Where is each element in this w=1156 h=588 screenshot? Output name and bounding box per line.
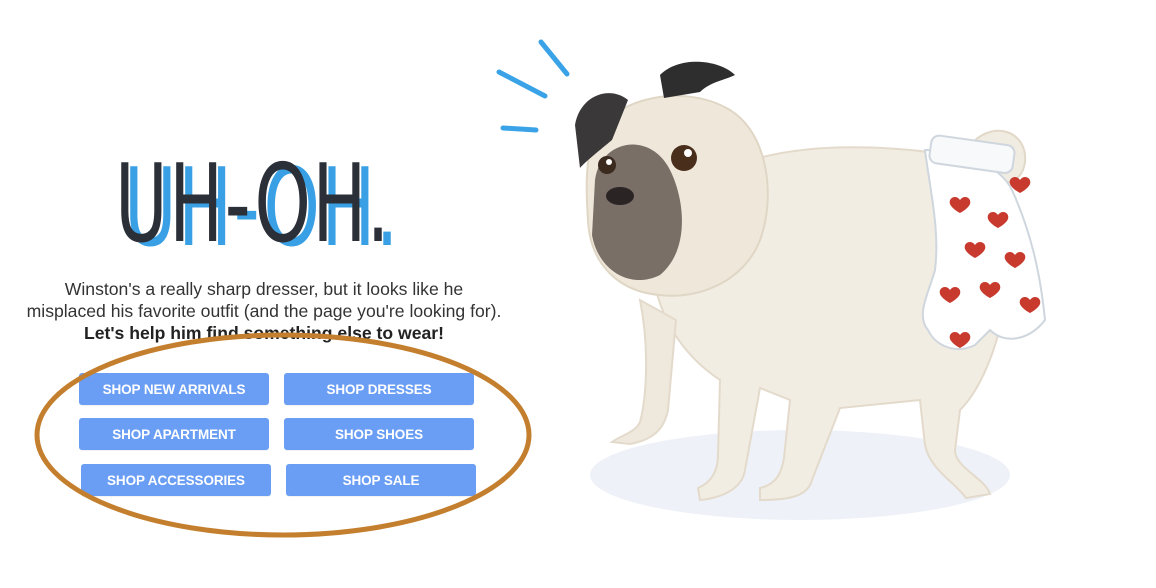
- shop-shoes-button[interactable]: SHOP SHOES: [284, 418, 474, 450]
- shop-new-arrivals-button[interactable]: SHOP NEW ARRIVALS: [79, 373, 269, 405]
- message-line-1: Winston's a really sharp dresser, but it…: [64, 279, 464, 299]
- error-message: Winston's a really sharp dresser, but it…: [0, 278, 528, 344]
- message-line-3: Let's help him find something else to we…: [83, 323, 445, 343]
- alert-lines-icon: [496, 39, 570, 133]
- headline: UH-OH. UH-OH.: [115, 150, 475, 270]
- message-line-2: misplaced his favorite outfit (and the p…: [26, 301, 502, 321]
- shop-dresses-button[interactable]: SHOP DRESSES: [284, 373, 474, 405]
- shop-sale-button[interactable]: SHOP SALE: [286, 464, 476, 496]
- shop-apartment-button[interactable]: SHOP APARTMENT: [79, 418, 269, 450]
- shop-accessories-button[interactable]: SHOP ACCESSORIES: [81, 464, 271, 496]
- headline-text: UH-OH.: [115, 142, 391, 267]
